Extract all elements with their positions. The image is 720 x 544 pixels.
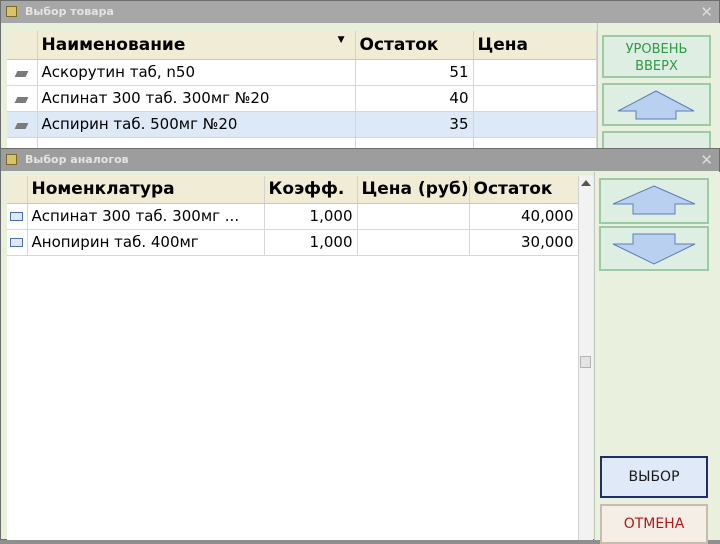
analog-price xyxy=(357,203,470,230)
product-price xyxy=(473,59,597,86)
row-marker-icon xyxy=(10,238,24,247)
select-button[interactable]: ВЫБОР xyxy=(600,456,708,498)
scroll-up-button[interactable] xyxy=(602,83,711,126)
analog-price xyxy=(357,229,470,256)
product-name: Аскорутин таб, n50 xyxy=(37,59,356,86)
move-up-button[interactable] xyxy=(599,178,709,224)
product-name: Аспирин таб. 500мг №20 xyxy=(37,111,356,138)
close-icon[interactable]: ✕ xyxy=(700,149,713,171)
product-stock: 51 xyxy=(355,59,474,86)
arrow-up-icon xyxy=(617,90,695,120)
product-window-title: Выбор товара xyxy=(25,5,114,18)
row-marker-icon xyxy=(10,212,24,221)
table-row[interactable]: Аскорутин таб, n50 51 xyxy=(7,59,597,86)
marker-column-header xyxy=(7,176,28,204)
scroll-up-arrow-icon[interactable] xyxy=(581,180,591,186)
analogs-window-title: Выбор аналогов xyxy=(25,153,129,166)
analog-coef: 1,000 xyxy=(264,229,358,256)
product-table: Наименование ▼ Остаток Цена Аскорутин та… xyxy=(7,31,597,164)
product-price xyxy=(473,111,597,138)
vertical-scrollbar[interactable] xyxy=(578,176,593,540)
row-marker-icon xyxy=(14,71,29,77)
product-price xyxy=(473,85,597,112)
marker-column-header xyxy=(7,31,38,60)
product-selection-window: Выбор товара ✕ Наименование ▼ Остаток Це… xyxy=(0,0,720,164)
close-icon[interactable]: ✕ xyxy=(700,1,713,23)
level-up-label-2: ВВЕРХ xyxy=(635,59,678,74)
product-name: Аспинат 300 таб. 300мг №20 xyxy=(37,85,356,112)
analog-name: Аспинат 300 таб. 300мг ... xyxy=(27,203,265,230)
analog-stock: 30,000 xyxy=(469,229,579,256)
row-marker-icon xyxy=(14,123,29,129)
table-row[interactable]: Аспинат 300 таб. 300мг №20 40 xyxy=(7,85,597,112)
analogs-selection-window: Выбор аналогов ✕ Номенклатура Коэфф. Цен… xyxy=(0,148,720,544)
analog-coef: 1,000 xyxy=(264,203,358,230)
level-up-button[interactable]: УРОВЕНЬ ВВЕРХ xyxy=(602,35,711,78)
column-header-name[interactable]: Наименование ▼ xyxy=(37,31,356,60)
analogs-table: Номенклатура Коэфф. Цена (руб) Остаток А… xyxy=(7,176,579,256)
table-row[interactable]: Анопирин таб. 400мг 1,000 30,000 xyxy=(7,229,579,256)
select-button-label: ВЫБОР xyxy=(628,469,680,485)
sort-icon: ▼ xyxy=(337,35,345,45)
arrow-up-icon xyxy=(612,185,696,215)
analog-name: Анопирин таб. 400мг xyxy=(27,229,265,256)
arrow-down-icon xyxy=(612,233,696,265)
product-window-titlebar: Выбор товара ✕ xyxy=(1,1,719,23)
column-header-price[interactable]: Цена xyxy=(473,31,597,60)
column-header-price[interactable]: Цена (руб) xyxy=(357,176,470,204)
column-header-nomenclature[interactable]: Номенклатура xyxy=(27,176,265,204)
scrollbar-thumb[interactable] xyxy=(580,356,591,368)
column-header-stock[interactable]: Остаток xyxy=(469,176,579,204)
cancel-button[interactable]: ОТМЕНА xyxy=(600,504,708,544)
window-icon xyxy=(6,154,17,165)
product-stock: 40 xyxy=(355,85,474,112)
column-header-coef[interactable]: Коэфф. xyxy=(264,176,358,204)
cancel-button-label: ОТМЕНА xyxy=(623,516,685,532)
window-icon xyxy=(6,6,17,17)
analogs-window-titlebar: Выбор аналогов ✕ xyxy=(1,149,719,171)
table-row[interactable]: Аспинат 300 таб. 300мг ... 1,000 40,000 xyxy=(7,203,579,230)
move-down-button[interactable] xyxy=(599,226,709,271)
table-row-selected[interactable]: Аспирин таб. 500мг №20 35 xyxy=(7,111,597,138)
level-up-label-1: УРОВЕНЬ xyxy=(625,42,688,57)
row-marker-icon xyxy=(14,97,29,103)
analog-stock: 40,000 xyxy=(469,203,579,230)
product-stock: 35 xyxy=(355,111,474,138)
column-header-stock[interactable]: Остаток xyxy=(355,31,474,60)
